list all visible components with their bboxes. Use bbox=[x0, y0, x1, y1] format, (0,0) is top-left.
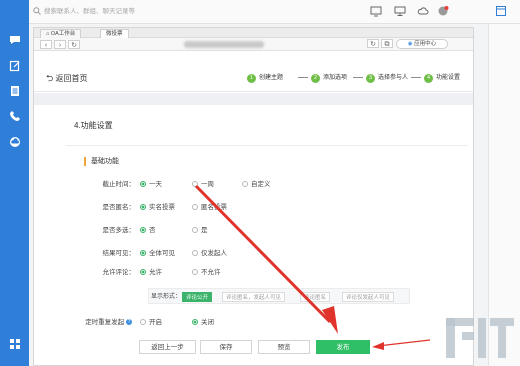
subsection-title: 基础功能 bbox=[84, 157, 119, 166]
radio-icon bbox=[192, 227, 198, 233]
back-home-link[interactable]: ⮌ 返回首页 bbox=[46, 72, 87, 85]
preview-button[interactable]: 预览 bbox=[258, 340, 310, 354]
publish-button[interactable]: 发布 bbox=[316, 340, 370, 354]
apps-icon[interactable] bbox=[9, 338, 21, 350]
radio-icon bbox=[140, 181, 146, 187]
result-label: 结果可见： bbox=[102, 250, 136, 257]
app-rail bbox=[0, 0, 29, 366]
radio-icon bbox=[140, 250, 146, 256]
header-divider bbox=[34, 93, 473, 105]
result-option-all[interactable]: 全体可见 bbox=[140, 249, 175, 259]
radio-icon bbox=[140, 269, 146, 275]
window-icon[interactable] bbox=[494, 5, 507, 18]
radio-icon bbox=[192, 319, 198, 325]
deadline-option-day[interactable]: 一天 bbox=[140, 180, 162, 190]
help-icon[interactable]: ? bbox=[126, 319, 132, 325]
display-chip-anon[interactable]: 评论匿名 bbox=[300, 292, 331, 302]
search-box[interactable]: 搜索联系人、群组、聊天记录等 bbox=[33, 6, 233, 18]
result-option-initiator[interactable]: 仅发起人 bbox=[192, 249, 227, 259]
refresh-icon[interactable]: ↻ bbox=[68, 40, 80, 49]
reload-icon[interactable]: ↻ bbox=[367, 39, 379, 48]
edit-icon[interactable] bbox=[9, 60, 21, 72]
display-form-label: 显示形式： bbox=[151, 294, 182, 300]
tab-vote[interactable]: 微投票 bbox=[100, 29, 129, 38]
page-header: ⮌ 返回首页 1 创建主题 2 添加选项 3 选择参与人 4 功能设置 bbox=[34, 66, 473, 92]
display-chip-initiator-only[interactable]: 评论仅发起人可见 bbox=[342, 292, 395, 302]
deadline-label: 截止时间： bbox=[102, 181, 136, 188]
home-icon: ⌂ bbox=[46, 31, 50, 37]
nav-bar: ‹ › ↻ ↻ ⧉ ◉ 应用中心 bbox=[34, 38, 473, 51]
top-bar: 搜索联系人、群组、聊天记录等 bbox=[29, 0, 520, 24]
display-chip-public[interactable]: 评论公开 bbox=[182, 292, 213, 302]
radio-icon bbox=[192, 250, 198, 256]
multi-option-no[interactable]: 否 bbox=[140, 226, 156, 236]
watermark-logo bbox=[446, 318, 514, 358]
oa-window: ⌂ OA工作台 微投票 ‹ › ↻ ↻ ⧉ ◉ 应用中心 ⮌ 返回首页 1 创建主… bbox=[33, 27, 474, 366]
anonymous-option-anon[interactable]: 匿名投票 bbox=[192, 203, 227, 213]
repeat-option-off[interactable]: 关闭 bbox=[192, 318, 214, 328]
multi-option-yes[interactable]: 是 bbox=[192, 226, 208, 236]
badge-icon[interactable] bbox=[436, 5, 449, 18]
cloud-icon[interactable] bbox=[9, 136, 21, 148]
cloud-icon[interactable] bbox=[416, 5, 429, 18]
back-arrow-icon[interactable]: ‹ bbox=[40, 40, 52, 49]
monitor-icon[interactable] bbox=[393, 5, 406, 18]
step-3: 3 选择参与人 bbox=[353, 73, 408, 83]
display-chip-anon-initiator[interactable]: 评论匿名，发起人可见 bbox=[222, 292, 286, 302]
tab-oa-workbench[interactable]: ⌂ OA工作台 bbox=[40, 29, 82, 38]
multi-label: 是否多选： bbox=[102, 227, 136, 234]
step-2: 2 添加选项 bbox=[298, 73, 347, 83]
display-form-box: 显示形式： 评论公开 评论匿名，发起人可见 评论匿名 评论仅发起人可见 bbox=[148, 288, 410, 304]
step-1: 1 创建主题 bbox=[247, 73, 283, 83]
step-4: 4 功能设置 bbox=[411, 73, 460, 83]
tab-bar: ⌂ OA工作台 微投票 bbox=[34, 28, 473, 38]
anonymous-option-real[interactable]: 实名投票 bbox=[140, 203, 175, 213]
open-external-icon[interactable]: ⧉ bbox=[381, 39, 393, 48]
repeat-label: 定时重复发起 ? bbox=[85, 319, 132, 326]
phone-icon[interactable] bbox=[9, 110, 21, 122]
radio-icon bbox=[140, 204, 146, 210]
deadline-option-week[interactable]: 一周 bbox=[192, 180, 214, 190]
comment-label: 允许评论： bbox=[102, 269, 136, 276]
document-icon[interactable] bbox=[9, 85, 21, 97]
comment-option-allow[interactable]: 允许 bbox=[140, 268, 162, 278]
prev-step-button[interactable]: 返回上一步 bbox=[139, 340, 196, 354]
radio-icon bbox=[192, 269, 198, 275]
app-center-button[interactable]: ◉ 应用中心 bbox=[396, 39, 448, 49]
chat-icon[interactable] bbox=[9, 34, 21, 46]
radio-icon bbox=[140, 227, 146, 233]
save-button[interactable]: 保存 bbox=[200, 340, 252, 354]
screen: 搜索联系人、群组、聊天记录等 ⌂ OA工作台 微投票 ‹ › ↻ ↻ ⧉ ◉ 应… bbox=[0, 0, 520, 366]
section-divider bbox=[66, 145, 468, 146]
radio-icon bbox=[140, 319, 146, 325]
radio-icon bbox=[192, 181, 198, 187]
radio-icon bbox=[192, 204, 198, 210]
search-icon bbox=[33, 7, 41, 20]
return-icon: ⮌ bbox=[46, 73, 54, 83]
forward-arrow-icon[interactable]: › bbox=[54, 40, 66, 49]
search-placeholder: 搜索联系人、群组、聊天记录等 bbox=[44, 8, 135, 15]
section-title: 4.功能设置 bbox=[74, 121, 113, 130]
address-bar[interactable] bbox=[184, 41, 264, 48]
deadline-option-custom[interactable]: 自定义 bbox=[242, 180, 271, 190]
app-center-icon: ◉ bbox=[407, 41, 413, 47]
screen-share-icon[interactable] bbox=[369, 5, 382, 18]
comment-option-deny[interactable]: 不允许 bbox=[192, 268, 221, 278]
repeat-option-on[interactable]: 开启 bbox=[140, 318, 162, 328]
radio-icon bbox=[242, 181, 248, 187]
anonymous-label: 是否匿名： bbox=[102, 204, 136, 211]
